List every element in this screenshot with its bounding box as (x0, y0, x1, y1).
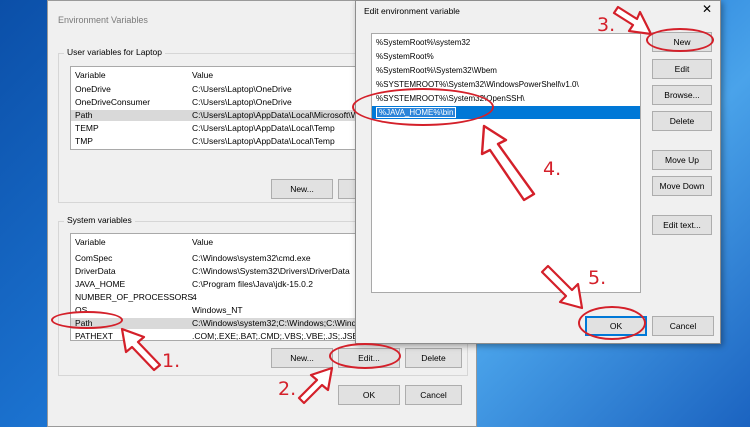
row-value: C:\Program files\Java\jdk-15.0.2 (192, 279, 313, 289)
edit-environment-variable-window: Edit environment variable ✕ %SystemRoot%… (355, 0, 721, 344)
step-4-label: 4. (543, 158, 562, 180)
column-value[interactable]: Value (192, 237, 213, 247)
step-3-label: 3. (597, 14, 616, 36)
move-down-button[interactable]: Move Down (652, 176, 712, 196)
table-row[interactable]: OneDrive C:\Users\Laptop\OneDrive (71, 84, 369, 95)
cancel-button[interactable]: Cancel (652, 316, 714, 336)
list-item[interactable]: %SystemRoot% (376, 52, 434, 64)
user-variables-label: User variables for Laptop (64, 47, 165, 57)
table-row[interactable]: OneDriveConsumer C:\Users\Laptop\OneDrive (71, 97, 369, 108)
list-item[interactable]: %SystemRoot%\System32\Wbem (376, 66, 497, 78)
row-value: .COM;.EXE;.BAT;.CMD;.VBS;.VBE;.JS;.JSE;.… (192, 331, 370, 341)
table-row[interactable]: ComSpec C:\Windows\system32\cmd.exe (71, 253, 369, 264)
edit-text-button[interactable]: Edit text... (652, 215, 712, 235)
row-variable: DriverData (75, 266, 116, 276)
row-value: C:\Users\Laptop\OneDrive (192, 97, 292, 107)
table-row[interactable]: PATHEXT .COM;.EXE;.BAT;.CMD;.VBS;.VBE;.JS… (71, 331, 370, 341)
browse-button[interactable]: Browse... (652, 85, 712, 105)
selected-entry-input[interactable]: %JAVA_HOME%\bin (376, 107, 457, 118)
step-1-label: 1. (162, 350, 181, 372)
system-variables-list[interactable]: Variable Value ComSpec C:\Windows\system3… (70, 233, 370, 341)
table-row[interactable]: DriverData C:\Windows\System32\Drivers\Dr… (71, 266, 369, 277)
list-item[interactable]: %SystemRoot%\system32 (376, 38, 470, 50)
row-variable: Path (75, 110, 93, 120)
system-edit-button[interactable]: Edit... (338, 348, 400, 368)
move-up-button[interactable]: Move Up (652, 150, 712, 170)
row-value: C:\Users\Laptop\AppData\Local\Microsoft\… (192, 110, 359, 120)
row-value: 4 (192, 292, 197, 302)
row-variable: NUMBER_OF_PROCESSORS (75, 292, 194, 302)
column-value[interactable]: Value (192, 70, 213, 80)
table-row[interactable]: JAVA_HOME C:\Program files\Java\jdk-15.0.… (71, 279, 369, 290)
row-variable: PATHEXT (75, 331, 113, 341)
row-variable: OneDriveConsumer (75, 97, 151, 107)
row-value: C:\Windows\system32;C:\Windows;C:\Windo (192, 318, 362, 328)
list-item[interactable]: %SYSTEMROOT%\System32\OpenSSH\ (376, 94, 525, 106)
new-button[interactable]: New (652, 32, 712, 52)
env-ok-button[interactable]: OK (338, 385, 400, 405)
list-header: Variable Value (71, 67, 369, 81)
row-variable: TMP (75, 136, 93, 146)
table-row[interactable]: Path C:\Users\Laptop\AppData\Local\Micros… (71, 110, 369, 121)
system-variables-label: System variables (64, 215, 135, 225)
row-variable: OneDrive (75, 84, 111, 94)
edit-button[interactable]: Edit (652, 59, 712, 79)
table-row[interactable]: NUMBER_OF_PROCESSORS 4 (71, 292, 369, 303)
close-icon[interactable]: ✕ (702, 2, 712, 16)
delete-button[interactable]: Delete (652, 111, 712, 131)
table-row[interactable]: TEMP C:\Users\Laptop\AppData\Local\Temp (71, 123, 369, 134)
row-variable: JAVA_HOME (75, 279, 126, 289)
path-entries-list[interactable]: %SystemRoot%\system32 %SystemRoot% %Syst… (371, 33, 641, 293)
row-value: C:\Windows\System32\Drivers\DriverData (192, 266, 350, 276)
system-delete-button[interactable]: Delete (405, 348, 462, 368)
selected-list-item[interactable]: %JAVA_HOME%\bin (372, 106, 640, 119)
column-variable[interactable]: Variable (75, 237, 106, 247)
row-value: C:\Users\Laptop\AppData\Local\Temp (192, 136, 335, 146)
ok-button[interactable]: OK (585, 316, 647, 336)
row-variable: OS (75, 305, 88, 315)
row-value: C:\Users\Laptop\OneDrive (192, 84, 292, 94)
env-cancel-button[interactable]: Cancel (405, 385, 462, 405)
system-new-button[interactable]: New... (271, 348, 333, 368)
row-variable: Path (75, 318, 93, 328)
user-new-button[interactable]: New... (271, 179, 333, 199)
row-value: C:\Windows\system32\cmd.exe (192, 253, 311, 263)
list-header: Variable Value (71, 234, 369, 248)
table-row[interactable]: TMP C:\Users\Laptop\AppData\Local\Temp (71, 136, 369, 147)
row-variable: TEMP (75, 123, 99, 133)
row-value: Windows_NT (192, 305, 243, 315)
step-2-label: 2. (278, 378, 297, 400)
table-row-path[interactable]: Path C:\Windows\system32;C:\Windows;C:\Wi… (71, 318, 369, 329)
row-value: C:\Users\Laptop\AppData\Local\Temp (192, 123, 335, 133)
table-row[interactable]: OS Windows_NT (71, 305, 369, 316)
column-variable[interactable]: Variable (75, 70, 106, 80)
list-item[interactable]: %SYSTEMROOT%\System32\WindowsPowerShell\… (376, 80, 579, 92)
window-title: Environment Variables (58, 15, 148, 25)
user-variables-list[interactable]: Variable Value OneDrive C:\Users\Laptop\O… (70, 66, 370, 150)
step-5-label: 5. (588, 267, 607, 289)
row-variable: ComSpec (75, 253, 113, 263)
window-title: Edit environment variable (364, 6, 460, 16)
